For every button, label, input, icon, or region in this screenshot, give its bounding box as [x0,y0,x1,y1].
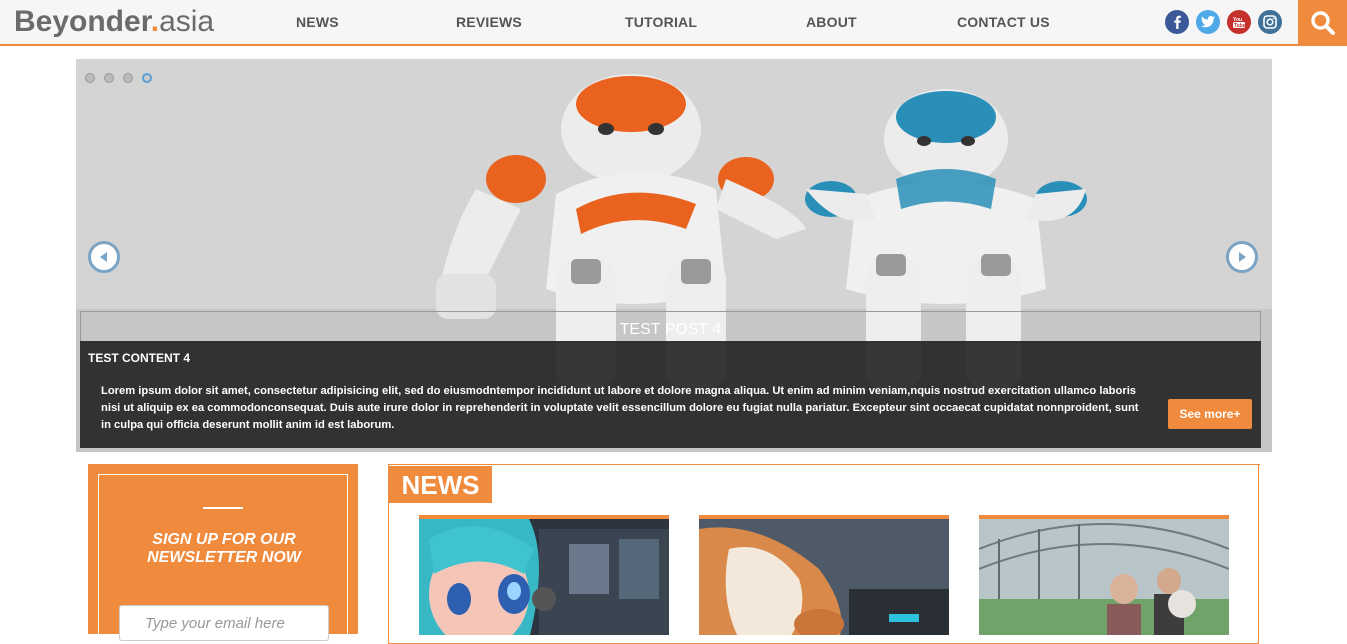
logo-dot: . [150,5,160,38]
email-field[interactable] [119,605,329,641]
chevron-left-icon [100,252,107,262]
anime-girl-image [419,519,669,635]
divider [203,507,243,509]
nav-contact-us[interactable]: CONTACT US [957,14,1050,30]
chevron-right-icon [1239,252,1246,262]
logo-suffix: asia [159,5,215,38]
news-thumbnail-anime[interactable] [419,515,669,635]
greenhouse-image [979,519,1229,635]
news-section-title: NEWS [389,466,492,503]
newsletter-inner: SIGN UP FOR OUR NEWSLETTER NOW [98,474,348,644]
featured-slider[interactable]: TEST POST 4 TEST CONTENT 4 Lorem ipsum d… [76,59,1272,452]
site-logo[interactable]: Beyonder.asia [14,3,214,41]
search-button[interactable] [1298,0,1347,46]
slider-dot[interactable] [85,73,95,83]
nav-about[interactable]: ABOUT [806,14,857,30]
slide-content-text: Lorem ipsum dolor sit amet, consectetur … [101,385,1139,431]
slider-next-button[interactable] [1226,241,1258,273]
news-section: NEWS [388,464,1260,644]
nav-news[interactable]: NEWS [296,14,339,30]
slide-caption: TEST CONTENT 4 Lorem ipsum dolor sit ame… [80,341,1261,448]
slide-content-title: TEST CONTENT 4 [88,351,191,365]
svg-text:Tube: Tube [1234,23,1246,29]
facebook-icon[interactable] [1165,10,1189,34]
slider-dot[interactable] [123,73,133,83]
twitter-icon[interactable] [1196,10,1220,34]
newsletter-title-line1: SIGN UP FOR OUR [152,531,296,548]
nav-reviews[interactable]: REVIEWS [456,14,522,30]
see-more-button[interactable]: See more+ [1168,399,1252,429]
news-border [389,464,1260,465]
search-icon [1310,11,1335,35]
slider-prev-button[interactable] [88,241,120,273]
instagram-icon[interactable] [1258,10,1282,34]
news-thumbnail-cat[interactable] [699,515,949,635]
logo-main: Beyonder [14,5,151,38]
slider-dot[interactable] [104,73,114,83]
news-thumbnail-greenhouse[interactable] [979,515,1229,635]
nav-tutorial[interactable]: TUTORIAL [625,14,697,30]
newsletter-title-line2: NEWSLETTER NOW [147,549,301,566]
cat-image [699,519,949,635]
newsletter-box: SIGN UP FOR OUR NEWSLETTER NOW [88,464,358,644]
youtube-icon[interactable]: You Tube [1227,10,1251,34]
newsletter-title: SIGN UP FOR OUR NEWSLETTER NOW [99,531,349,567]
slider-dot-active[interactable] [142,73,152,83]
site-header: Beyonder.asia NEWS REVIEWS TUTORIAL ABOU… [0,0,1347,46]
slide-post-title[interactable]: TEST POST 4 [80,311,1261,343]
slider-dots [85,73,152,83]
